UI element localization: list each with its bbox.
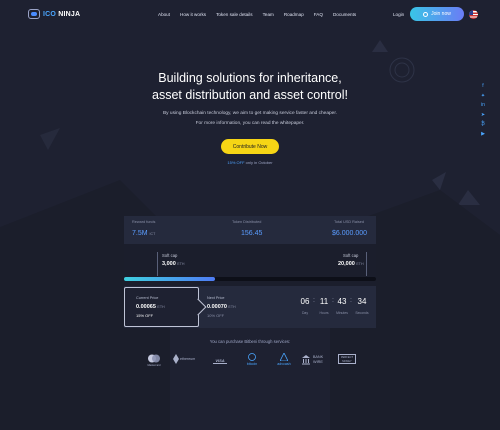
logo[interactable]: ICO NINJA — [28, 9, 80, 19]
countdown-days-label: Day — [301, 311, 309, 315]
soft-cap-amount: 3,000 — [162, 261, 176, 267]
perfect-money-label: PERFECT MONEY — [338, 354, 356, 364]
current-price-discount: 15% OFF — [136, 313, 154, 318]
ethereum-icon — [173, 354, 179, 364]
nav-token-sale-details[interactable]: Token sale details — [216, 12, 253, 17]
twitter-icon[interactable]: ✦ — [480, 93, 486, 99]
countdown-minutes-label: Minutes — [336, 311, 348, 315]
total-raised-value: $6.000.000 — [332, 230, 368, 237]
advcash-label: advcash — [277, 362, 291, 366]
social-links: f ✦ in ➤ ₿ ▶ — [480, 84, 486, 137]
logo-icon — [28, 9, 40, 19]
payment-logos: Mastercard ethereum VISA bitcoin advcash… — [143, 352, 358, 374]
hard-cap-unit: ETH — [356, 262, 364, 266]
token-stats-panel: Reward funds 7.5M ICT Token Distributed … — [124, 216, 376, 244]
offer-percent: 15% OFF — [227, 160, 245, 165]
visa-label: VISA — [213, 358, 227, 364]
current-price-label: Current Price — [136, 296, 159, 300]
nav-roadmap[interactable]: Roadmap — [284, 12, 304, 17]
linkedin-icon[interactable]: in — [480, 103, 486, 108]
reward-funds-value: 7.5M ICT — [132, 230, 155, 237]
next-price-label: Next Price — [207, 296, 225, 300]
bitcoin-label: bitcoin — [246, 362, 258, 366]
reward-funds-amount: 7.5M — [132, 230, 148, 237]
reward-funds-unit: ICT — [149, 232, 156, 236]
contribute-now-button[interactable]: Contribute Now — [221, 139, 279, 154]
nav-faq[interactable]: FAQ — [314, 12, 323, 17]
hard-cap-marker — [366, 252, 367, 276]
hero-title: Building solutions for inheritance, asse… — [0, 70, 500, 104]
soft-cap-label: Soft cap — [162, 253, 178, 258]
countdown-separator: : — [350, 297, 352, 304]
current-price-unit: ETH — [157, 305, 165, 309]
reward-funds-label: Reward funds — [132, 220, 156, 224]
hero-subtitle-line-2: For more information, you can read the w… — [195, 121, 305, 126]
mastercard-label: Mastercard — [147, 364, 161, 367]
telegram-icon[interactable]: ➤ — [480, 112, 486, 118]
logo-prefix: ICO — [43, 10, 57, 18]
contribute-now-label: Contribute Now — [232, 143, 268, 150]
main-nav: About How it works Token sale details Te… — [158, 12, 356, 17]
next-price-discount: 10% OFF — [207, 313, 225, 318]
login-link[interactable]: Login — [393, 12, 404, 17]
hard-cap-value: 20,000 ETH — [338, 261, 364, 267]
hero-subtitle-line-1: By using Blockchain technology, we aim t… — [162, 111, 338, 116]
language-flag-icon[interactable] — [469, 10, 478, 19]
next-price-amount: 0.00070 — [207, 304, 227, 310]
progress-bar-fill — [124, 277, 215, 281]
hero-subtitle: By using Blockchain technology, we aim t… — [0, 109, 500, 129]
bitcoin-logo-icon — [248, 353, 256, 361]
join-now-label: Join now — [431, 11, 451, 17]
bank-icon — [302, 355, 310, 365]
bank-wire-label: BANK WIRE — [312, 355, 324, 364]
bitcoin-icon[interactable]: ₿ — [480, 122, 486, 127]
nav-about[interactable]: About — [158, 12, 170, 17]
token-distributed-value: 156.45 — [241, 230, 263, 237]
advcash-icon — [280, 353, 288, 361]
soft-cap-value: 3,000 ETH — [162, 261, 184, 267]
nav-team[interactable]: Team — [263, 12, 274, 17]
ethereum-label: ethereum — [180, 357, 196, 361]
soft-cap-marker — [157, 252, 158, 276]
user-icon — [423, 11, 429, 17]
logo-text: ICO NINJA — [43, 11, 80, 18]
progress-bar — [124, 277, 376, 281]
countdown-minutes: 43 — [337, 297, 347, 306]
payment-services-heading: You can purchase Bitbeni through service… — [209, 339, 291, 344]
facebook-icon[interactable]: f — [480, 84, 486, 89]
countdown-days: 06 — [300, 297, 310, 306]
current-price-value: 0.00065 ETH — [136, 304, 165, 310]
nav-documents[interactable]: Documents — [333, 12, 356, 17]
countdown-hours-label: Hours — [319, 311, 329, 315]
offer-text: only in October — [244, 160, 273, 165]
hero-title-line-2: asset distribution and asset control! — [152, 88, 348, 102]
nav-how-it-works[interactable]: How it works — [180, 12, 206, 17]
youtube-icon[interactable]: ▶ — [480, 131, 486, 137]
countdown-separator: : — [313, 297, 315, 304]
logo-suffix: NINJA — [58, 10, 81, 18]
hard-cap-label: Soft cap — [343, 253, 359, 258]
total-raised-label: Total USD Raised — [334, 220, 364, 224]
current-price-amount: 0.00065 — [136, 304, 156, 310]
next-price-unit: ETH — [228, 305, 236, 309]
hard-cap-amount: 20,000 — [338, 261, 355, 267]
next-price-value: 0.00070 ETH — [207, 304, 236, 310]
offer-note: 15% OFF only in October — [0, 160, 500, 165]
countdown-hours: 11 — [319, 297, 329, 306]
token-distributed-label: Token Distributed — [232, 220, 262, 224]
mastercard-icon — [148, 354, 160, 363]
join-now-button[interactable]: Join now — [410, 7, 464, 21]
countdown-seconds: 34 — [357, 297, 367, 306]
countdown-seconds-label: Seconds — [355, 311, 369, 315]
site-header: ICO NINJA About How it works Token sale … — [0, 0, 500, 30]
hero-title-line-1: Building solutions for inheritance, — [158, 71, 342, 85]
soft-cap-unit: ETH — [177, 262, 185, 266]
